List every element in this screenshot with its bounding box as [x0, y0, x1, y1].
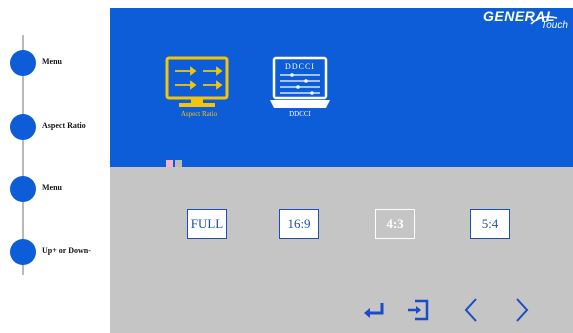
chevron-right-icon[interactable] — [507, 295, 535, 323]
brand-logo-touch: Touch — [541, 20, 568, 31]
guide-step-aspect-ratio: Aspect Ratio — [10, 114, 110, 140]
guide-panel: Menu Aspect Ratio Menu Up+ or Down- — [0, 0, 110, 333]
aspect-option-4-3[interactable]: 4:3 — [375, 209, 415, 239]
guide-step-label: Menu — [42, 57, 62, 66]
page-dot — [175, 160, 182, 167]
menu-item-ddcci-label: DDCCI — [289, 110, 311, 118]
guide-dot — [10, 114, 36, 140]
aspect-option-16-9[interactable]: 16:9 — [279, 209, 319, 239]
menu-item-aspect-ratio[interactable] — [165, 56, 229, 116]
ddcci-icon-text: DDCCI — [285, 62, 315, 71]
guide-step-label: Aspect Ratio — [42, 121, 86, 130]
guide-step-up-down: Up+ or Down- — [10, 239, 110, 265]
aspect-option-5-4[interactable]: 5:4 — [470, 209, 510, 239]
aspect-option-full[interactable]: FULL — [187, 209, 227, 239]
menu-item-aspect-ratio-label: Aspect Ratio — [180, 110, 218, 118]
ddcci-icon: DDCCI — [270, 56, 330, 108]
guide-step-menu: Menu — [10, 50, 110, 76]
guide-step-label: Up+ or Down- — [42, 246, 91, 255]
osd-submenu — [110, 167, 573, 333]
guide-dot — [10, 50, 36, 76]
enter-icon[interactable] — [360, 295, 388, 323]
guide-dot — [10, 176, 36, 202]
guide-dot — [10, 239, 36, 265]
exit-icon[interactable] — [405, 295, 433, 323]
menu-item-ddcci[interactable]: DDCCI — [268, 56, 332, 116]
aspect-ratio-icon — [165, 56, 229, 107]
page-dot-active — [166, 160, 173, 167]
chevron-left-icon[interactable] — [458, 295, 486, 323]
guide-step-label: Menu — [42, 183, 62, 192]
brand-logo: GENERAL Touch — [471, 8, 571, 38]
guide-step-menu-2: Menu — [10, 176, 110, 202]
